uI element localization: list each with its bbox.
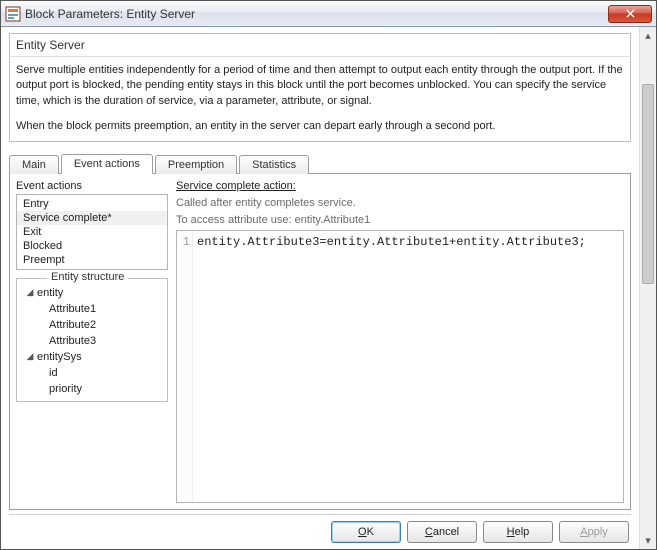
tree-node-attribute2[interactable]: Attribute2 xyxy=(21,317,163,333)
line-number: 1 xyxy=(177,235,190,249)
desc-paragraph-2: When the block permits preemption, an en… xyxy=(16,119,624,134)
list-item-entry[interactable]: Entry xyxy=(17,197,167,211)
entity-structure-group: Entity structure ◢ entity Attribute1 Att… xyxy=(16,278,168,402)
tab-statistics[interactable]: Statistics xyxy=(239,155,309,174)
list-item-preempt[interactable]: Preempt xyxy=(17,253,167,267)
tree-node-attribute3[interactable]: Attribute3 xyxy=(21,333,163,349)
code-content[interactable]: entity.Attribute3=entity.Attribute1+enti… xyxy=(193,231,590,502)
scroll-down-icon[interactable]: ▾ xyxy=(641,532,656,549)
entity-structure-title: Entity structure xyxy=(47,271,128,283)
tree-label: entity xyxy=(37,287,63,299)
tab-event-actions[interactable]: Event actions xyxy=(61,154,153,174)
scroll-up-icon[interactable]: ▴ xyxy=(641,27,656,44)
help-button[interactable]: Help xyxy=(483,521,553,543)
tree-node-attribute1[interactable]: Attribute1 xyxy=(21,301,163,317)
list-item-blocked[interactable]: Blocked xyxy=(17,239,167,253)
scroll-thumb[interactable] xyxy=(642,84,654,284)
tree-node-entitysys[interactable]: ◢ entitySys xyxy=(21,349,163,365)
app-icon xyxy=(5,6,21,22)
desc-paragraph-1: Serve multiple entities independently fo… xyxy=(16,63,624,109)
vertical-scrollbar[interactable]: ▴ ▾ xyxy=(639,27,656,549)
action-hint-1: Called after entity completes service. xyxy=(176,196,624,211)
event-actions-label: Event actions xyxy=(16,180,168,192)
cancel-button[interactable]: Cancel xyxy=(407,521,477,543)
button-bar: OK Cancel Help Apply xyxy=(9,515,631,545)
tree-node-priority[interactable]: priority xyxy=(21,381,163,397)
ok-button[interactable]: OK xyxy=(331,521,401,543)
caret-down-icon: ◢ xyxy=(25,351,35,362)
tree-node-id[interactable]: id xyxy=(21,365,163,381)
tab-bar: Main Event actions Preemption Statistics xyxy=(9,150,631,173)
tree-label: entitySys xyxy=(37,351,82,363)
action-hint-2: To access attribute use: entity.Attribut… xyxy=(176,213,624,228)
list-item-exit[interactable]: Exit xyxy=(17,225,167,239)
tab-preemption[interactable]: Preemption xyxy=(155,155,237,174)
tab-panel: Event actions Entry Service complete* Ex… xyxy=(9,173,631,510)
code-gutter: 1 xyxy=(177,231,193,502)
window-title: Block Parameters: Entity Server xyxy=(25,7,608,21)
scroll-track[interactable] xyxy=(640,44,656,532)
caret-down-icon: ◢ xyxy=(25,287,35,298)
block-name-header: Entity Server xyxy=(9,33,631,56)
close-icon xyxy=(626,9,635,18)
titlebar: Block Parameters: Entity Server xyxy=(1,1,656,27)
tree-node-entity[interactable]: ◢ entity xyxy=(21,285,163,301)
tab-main[interactable]: Main xyxy=(9,155,59,174)
list-item-service-complete[interactable]: Service complete* xyxy=(17,211,167,225)
code-editor[interactable]: 1 entity.Attribute3=entity.Attribute1+en… xyxy=(176,230,624,503)
block-description: Serve multiple entities independently fo… xyxy=(9,56,631,142)
event-actions-list[interactable]: Entry Service complete* Exit Blocked Pre… xyxy=(16,194,168,270)
close-button[interactable] xyxy=(608,5,652,23)
apply-button: Apply xyxy=(559,521,629,543)
action-title: Service complete action: xyxy=(176,180,624,192)
entity-structure-tree[interactable]: ◢ entity Attribute1 Attribute2 Attribute… xyxy=(21,285,163,397)
